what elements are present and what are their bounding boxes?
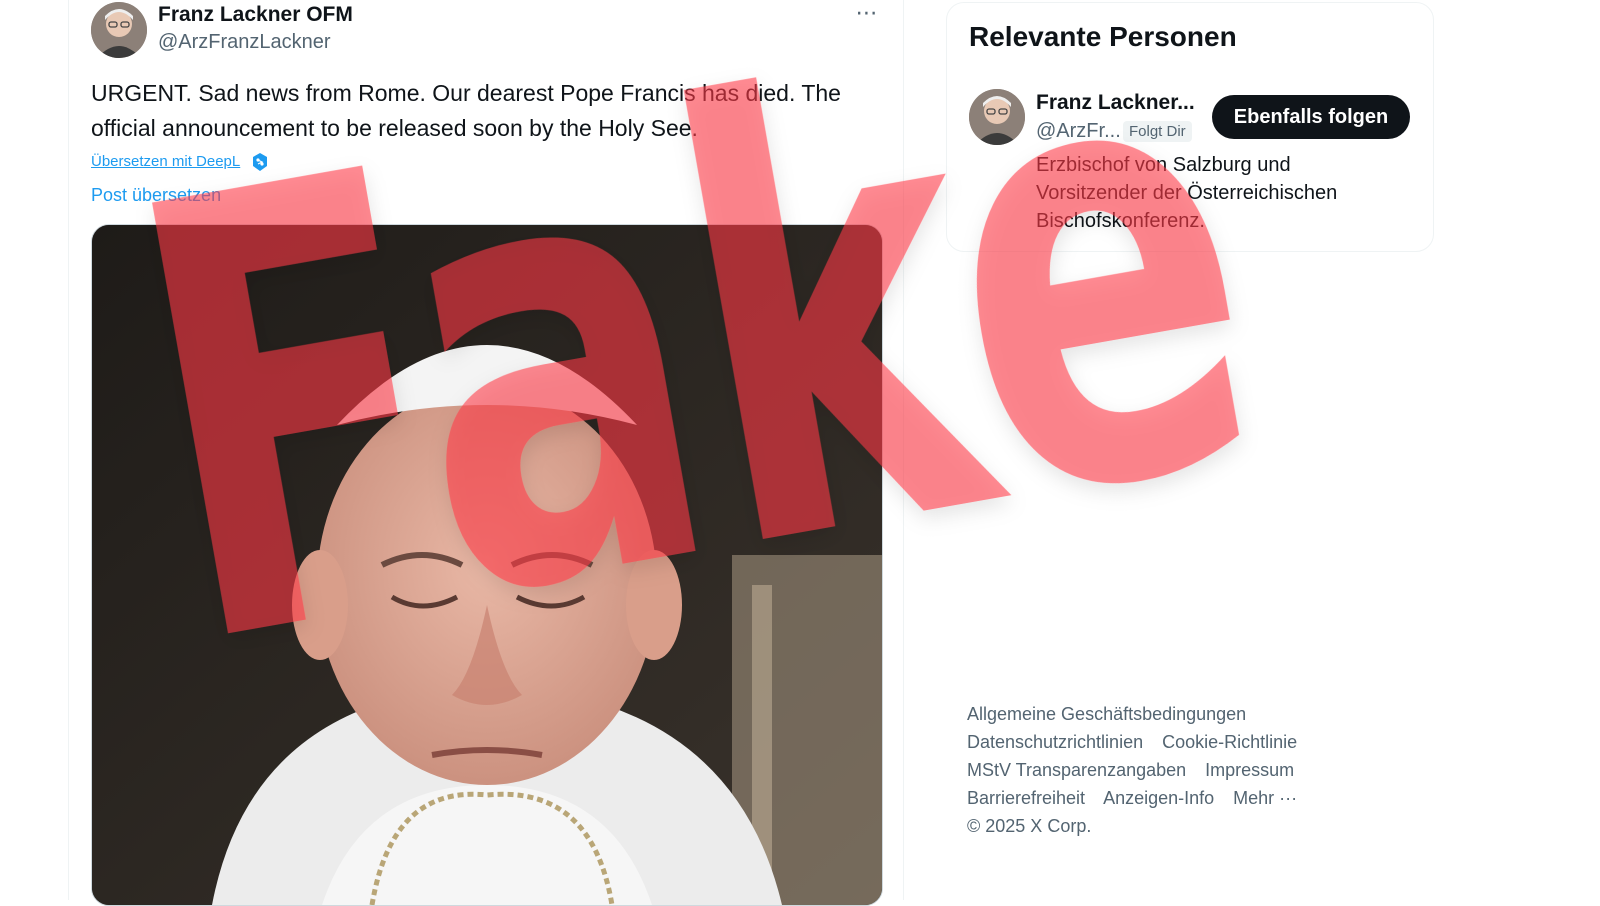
author-handle[interactable]: @ArzFranzLackner <box>158 31 331 54</box>
footer-link-terms[interactable]: Allgemeine Geschäftsbedingungen <box>967 704 1246 724</box>
deepl-translate-link[interactable]: Übersetzen mit DeepL <box>91 153 240 170</box>
footer-copyright: © 2025 X Corp. <box>967 816 1092 836</box>
post-column: Franz Lackner OFM @ArzFranzLackner ⋯ URG… <box>68 0 904 906</box>
person-avatar[interactable] <box>969 89 1025 145</box>
relevant-people-title: Relevante Personen <box>969 21 1237 52</box>
person-bio: Erzbischof von Salzburg und Vorsitzender… <box>1036 154 1338 232</box>
footer-links: Allgemeine Geschäftsbedingungen Datensch… <box>967 700 1387 840</box>
footer-link-privacy[interactable]: Datenschutzrichtlinien <box>967 732 1143 752</box>
more-horizontal-icon[interactable]: ⋯ <box>853 2 881 30</box>
footer-link-mstv[interactable]: MStV Transparenzangaben <box>967 760 1186 780</box>
person-name[interactable]: Franz Lackner... <box>1036 91 1195 115</box>
author-name[interactable]: Franz Lackner OFM <box>158 3 353 27</box>
footer-link-cookies[interactable]: Cookie-Richtlinie <box>1162 732 1297 752</box>
footer-link-imprint[interactable]: Impressum <box>1205 760 1294 780</box>
person-handle[interactable]: @ArzFr... <box>1036 120 1121 143</box>
relevant-people-card: Relevante Personen Franz Lackner... @Arz… <box>946 2 1434 252</box>
deepl-icon <box>253 153 267 171</box>
follows-you-badge: Folgt Dir <box>1123 121 1192 142</box>
follow-back-button[interactable]: Ebenfalls folgen <box>1212 95 1410 139</box>
post-text: URGENT. Sad news from Rome. Our dearest … <box>91 80 841 141</box>
author-avatar[interactable] <box>91 2 147 58</box>
translate-post-link[interactable]: Post übersetzen <box>91 185 221 206</box>
footer-link-accessibility[interactable]: Barrierefreiheit <box>967 788 1085 808</box>
footer-link-ads-info[interactable]: Anzeigen-Info <box>1103 788 1214 808</box>
footer-link-more[interactable]: Mehr ··· <box>1233 788 1297 808</box>
post-image[interactable] <box>91 224 883 906</box>
